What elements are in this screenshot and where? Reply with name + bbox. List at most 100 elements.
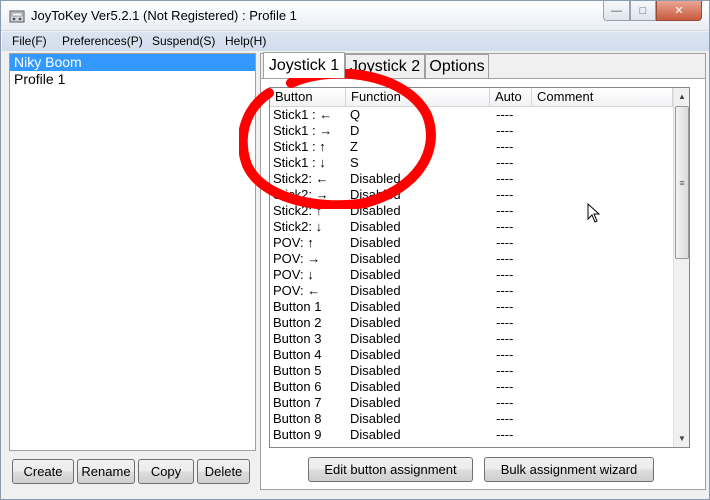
cell-auto: ---- xyxy=(496,219,514,234)
cell-function: Disabled xyxy=(350,219,401,234)
table-row[interactable]: Stick2: ← Disabled ---- xyxy=(270,171,673,187)
scroll-up-arrow-icon[interactable]: ▲ xyxy=(674,88,689,105)
cell-function: S xyxy=(350,155,359,170)
table-row[interactable]: POV: ↑ Disabled ---- xyxy=(270,235,673,251)
table-row[interactable]: POV: ↓ Disabled ---- xyxy=(270,267,673,283)
table-row[interactable]: Button 8 Disabled ---- xyxy=(270,411,673,427)
cell-button-name: POV: ↓ xyxy=(273,267,314,282)
scroll-down-arrow-icon[interactable]: ▼ xyxy=(674,430,689,447)
rename-profile-button[interactable]: Rename xyxy=(77,459,135,484)
cell-button-name: Button 9 xyxy=(273,427,322,442)
cell-auto: ---- xyxy=(496,203,514,218)
cell-function: Disabled xyxy=(350,187,401,202)
table-row[interactable]: Button 5 Disabled ---- xyxy=(270,363,673,379)
cell-button-name: Button 7 xyxy=(273,395,322,410)
table-row[interactable]: Stick1 : ↑ Z ---- xyxy=(270,139,673,155)
menu-suspend[interactable]: Suspend(S) xyxy=(152,34,215,48)
table-row[interactable]: Button 6 Disabled ---- xyxy=(270,379,673,395)
cell-function: Q xyxy=(350,107,361,122)
cell-button-name: Stick2: ↓ xyxy=(273,219,323,234)
mouse-cursor-icon xyxy=(587,203,601,223)
menu-file[interactable]: File(F) xyxy=(12,34,47,48)
cell-function: Disabled xyxy=(350,379,401,394)
delete-profile-button[interactable]: Delete xyxy=(197,459,250,484)
table-row[interactable]: Button 7 Disabled ---- xyxy=(270,395,673,411)
table-row[interactable]: Button 1 Disabled ---- xyxy=(270,299,673,315)
cell-button-name: Button 5 xyxy=(273,363,322,378)
profile-item-niky-boom[interactable]: Niky Boom xyxy=(10,54,255,71)
joystick-panel: Joystick 1 Joystick 2 Options Button Fun… xyxy=(260,52,706,490)
table-row[interactable]: Button 2 Disabled ---- xyxy=(270,315,673,331)
column-header-auto[interactable]: Auto xyxy=(490,88,532,106)
cell-auto: ---- xyxy=(496,411,514,426)
cell-function: Disabled xyxy=(350,283,401,298)
cell-button-name: POV: ← xyxy=(273,283,321,298)
cell-button-name: Stick2: ← xyxy=(273,171,329,186)
profile-item-profile-1[interactable]: Profile 1 xyxy=(10,71,255,88)
window-title: JoyToKey Ver5.2.1 (Not Registered) : Pro… xyxy=(31,8,297,23)
cell-auto: ---- xyxy=(496,267,514,282)
table-row[interactable]: Button 3 Disabled ---- xyxy=(270,331,673,347)
button-assignment-grid[interactable]: Button Function Auto Comment Stick1 : ← Q… xyxy=(269,87,690,448)
create-profile-button[interactable]: Create xyxy=(12,459,74,484)
table-row[interactable]: Button 9 Disabled ---- xyxy=(270,427,673,443)
cell-auto: ---- xyxy=(496,187,514,202)
table-row[interactable]: Stick1 : ↓ S ---- xyxy=(270,155,673,171)
table-row[interactable]: Stick2: ↓ Disabled ---- xyxy=(270,219,673,235)
maximize-button[interactable]: □ xyxy=(630,1,656,21)
table-row[interactable]: POV: ← Disabled ---- xyxy=(270,283,673,299)
joystick-1-page: Button Function Auto Comment Stick1 : ← Q… xyxy=(261,78,705,489)
table-row[interactable]: Button 4 Disabled ---- xyxy=(270,347,673,363)
cell-auto: ---- xyxy=(496,299,514,314)
cell-auto: ---- xyxy=(496,395,514,410)
cell-auto: ---- xyxy=(496,427,514,442)
cell-function: Disabled xyxy=(350,331,401,346)
scroll-thumb[interactable]: ≡ xyxy=(675,106,689,259)
table-row[interactable]: Stick1 : → D ---- xyxy=(270,123,673,139)
grid-header: Button Function Auto Comment xyxy=(270,88,673,107)
cell-auto: ---- xyxy=(496,171,514,186)
cell-auto: ---- xyxy=(496,139,514,154)
bulk-assignment-wizard-button[interactable]: Bulk assignment wizard xyxy=(484,457,654,482)
cell-button-name: POV: → xyxy=(273,251,321,266)
cell-button-name: Stick2: → xyxy=(273,187,329,202)
column-header-function[interactable]: Function xyxy=(346,88,490,106)
close-button[interactable]: ✕ xyxy=(656,1,702,21)
table-row[interactable]: Stick1 : ← Q ---- xyxy=(270,107,673,123)
menu-preferences[interactable]: Preferences(P) xyxy=(62,34,143,48)
cell-function: Z xyxy=(350,139,358,154)
table-row[interactable]: Stick2: → Disabled ---- xyxy=(270,187,673,203)
cell-auto: ---- xyxy=(496,347,514,362)
column-header-comment[interactable]: Comment xyxy=(532,88,673,106)
cell-button-name: Button 8 xyxy=(273,411,322,426)
cell-function: Disabled xyxy=(350,411,401,426)
cell-auto: ---- xyxy=(496,379,514,394)
cell-button-name: Button 6 xyxy=(273,379,322,394)
menu-bar: File(F) Preferences(P) Suspend(S) Help(H… xyxy=(2,32,709,51)
cell-button-name: Button 2 xyxy=(273,315,322,330)
cell-button-name: Button 1 xyxy=(273,299,322,314)
menu-help[interactable]: Help(H) xyxy=(225,34,266,48)
cell-auto: ---- xyxy=(496,107,514,122)
profile-list[interactable]: Niky Boom Profile 1 xyxy=(9,53,256,451)
tab-options[interactable]: Options xyxy=(425,54,489,78)
vertical-scrollbar[interactable]: ▲ ≡ ▼ xyxy=(673,88,689,447)
column-header-button[interactable]: Button xyxy=(270,88,346,106)
table-row[interactable]: Stick2: ↑ Disabled ---- xyxy=(270,203,673,219)
cell-function: Disabled xyxy=(350,347,401,362)
cell-button-name: Button 3 xyxy=(273,331,322,346)
cell-auto: ---- xyxy=(496,283,514,298)
app-window: JoyToKey Ver5.2.1 (Not Registered) : Pro… xyxy=(0,0,710,500)
cell-auto: ---- xyxy=(496,235,514,250)
tab-joystick-2[interactable]: Joystick 2 xyxy=(345,54,425,78)
edit-button-assignment-button[interactable]: Edit button assignment xyxy=(308,457,473,482)
cell-function: Disabled xyxy=(350,315,401,330)
tab-joystick-1[interactable]: Joystick 1 xyxy=(263,52,345,78)
cell-function: Disabled xyxy=(350,363,401,378)
cell-button-name: Stick2: ↑ xyxy=(273,203,323,218)
minimize-button[interactable]: — xyxy=(603,1,630,21)
table-row[interactable]: POV: → Disabled ---- xyxy=(270,251,673,267)
copy-profile-button[interactable]: Copy xyxy=(138,459,194,484)
cell-button-name: Stick1 : → xyxy=(273,123,333,138)
title-bar[interactable]: JoyToKey Ver5.2.1 (Not Registered) : Pro… xyxy=(1,1,709,31)
